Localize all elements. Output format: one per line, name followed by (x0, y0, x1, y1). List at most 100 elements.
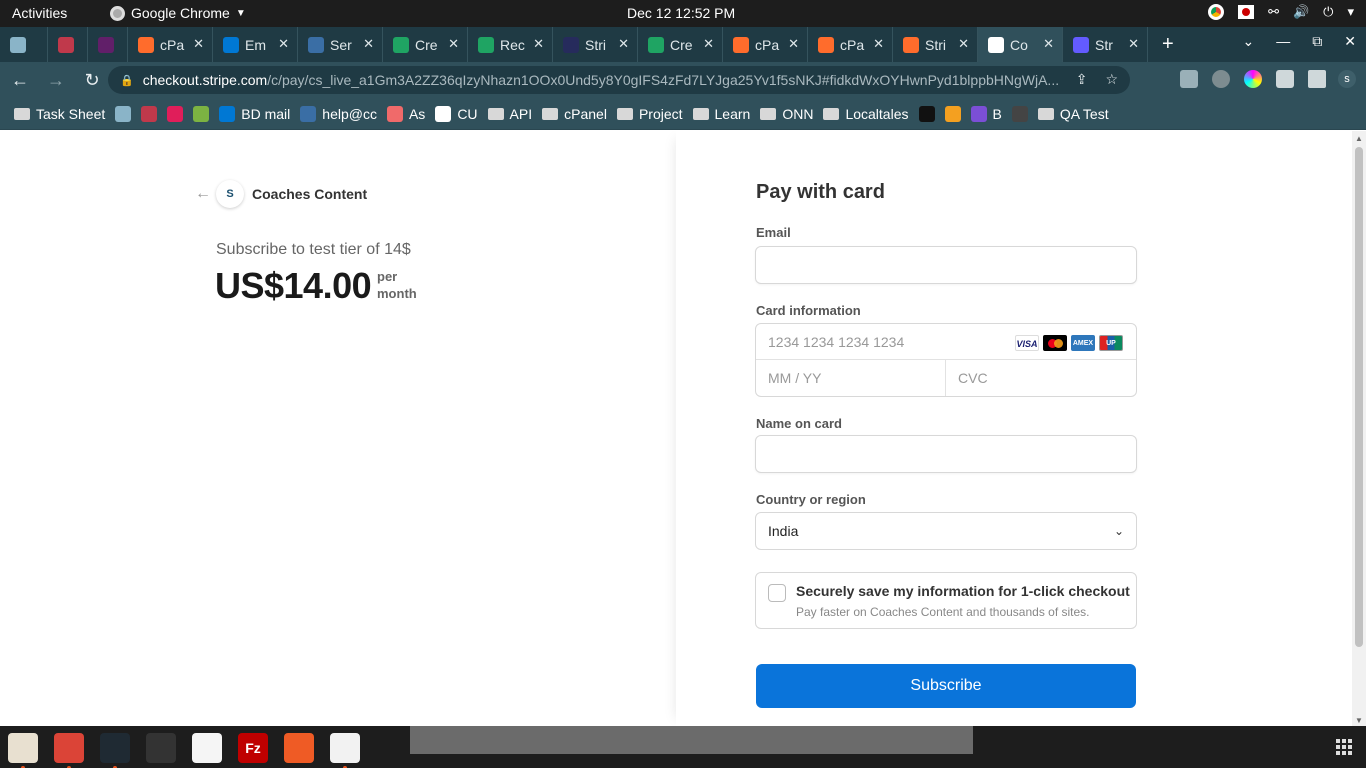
tab[interactable] (48, 27, 88, 62)
app-menu[interactable]: Google Chrome ▼ (110, 5, 246, 21)
activities-button[interactable]: Activities (12, 5, 67, 21)
scroll-thumb[interactable] (1355, 147, 1363, 647)
profile-avatar[interactable]: s (1338, 70, 1356, 88)
volume-icon[interactable]: 🔊 (1293, 4, 1309, 20)
bookmark-item[interactable]: B (970, 105, 1002, 122)
tab[interactable]: cPa ✕ (808, 27, 893, 62)
text-editor-icon[interactable] (192, 733, 222, 763)
tab[interactable]: Rec ✕ (468, 27, 553, 62)
bookmark-item[interactable]: As (386, 105, 425, 122)
close-window-icon[interactable]: ✕ (1344, 33, 1356, 50)
bookmark-item[interactable]: ONN (760, 106, 813, 122)
close-icon[interactable]: ✕ (363, 36, 374, 52)
country-select[interactable]: India ⌄ (755, 512, 1137, 550)
power-icon[interactable]: ⏻ (1323, 4, 1333, 20)
filezilla-icon[interactable]: Fz (238, 733, 268, 763)
minimize-icon[interactable]: — (1276, 33, 1290, 50)
merchant-name[interactable]: Coaches Content (252, 186, 367, 202)
bookmark-item[interactable]: Project (616, 106, 683, 122)
puzzle-icon[interactable] (1276, 70, 1294, 88)
close-icon[interactable]: ✕ (448, 36, 459, 52)
address-bar[interactable]: 🔒 checkout.stripe.com/c/pay/cs_live_a1Gm… (108, 66, 1130, 94)
back-arrow-icon[interactable]: ← (195, 185, 211, 203)
restore-icon[interactable]: ⧉ (1312, 33, 1322, 50)
merchant-logo: S (216, 180, 244, 208)
expiry-field[interactable]: MM / YY (756, 360, 946, 396)
close-icon[interactable]: ✕ (703, 36, 714, 52)
tab[interactable] (0, 27, 48, 62)
bookmark-item[interactable] (141, 105, 158, 122)
forward-icon[interactable]: → (40, 70, 72, 91)
name-on-card-field[interactable] (755, 435, 1137, 473)
network-icon[interactable]: ⚯ (1268, 4, 1279, 20)
bookmark-item[interactable] (944, 105, 961, 122)
close-icon[interactable]: ✕ (788, 36, 799, 52)
recorder-icon[interactable] (330, 733, 360, 768)
close-icon[interactable]: ✕ (618, 36, 629, 52)
tab-search-icon[interactable]: ⌄ (1243, 33, 1255, 50)
tab[interactable]: Ser ✕ (298, 27, 383, 62)
app-grid-icon[interactable] (1336, 739, 1352, 755)
bookmark-item[interactable] (918, 105, 935, 122)
side-panel-icon[interactable] (1308, 70, 1326, 88)
tab[interactable]: Stri ✕ (893, 27, 978, 62)
email-field[interactable] (755, 246, 1137, 284)
lock-icon[interactable]: 🔒 (120, 74, 134, 87)
close-icon[interactable]: ✕ (193, 36, 204, 52)
subscribe-button[interactable]: Subscribe (756, 664, 1136, 708)
tab[interactable]: Stri ✕ (553, 27, 638, 62)
tab[interactable]: Str ✕ (1063, 27, 1148, 62)
save-info-box[interactable]: Securely save my information for 1-click… (755, 572, 1137, 629)
stripe-icon (1073, 36, 1089, 53)
chevron-down-icon[interactable]: ▾ (1347, 4, 1354, 20)
close-icon[interactable]: ✕ (958, 36, 969, 52)
new-tab-icon[interactable]: + (1162, 33, 1174, 56)
close-icon[interactable]: ✕ (1043, 36, 1054, 52)
scroll-down-icon[interactable]: ▼ (1355, 716, 1363, 725)
share-icon[interactable]: ⇪ (1076, 71, 1088, 88)
close-icon[interactable]: ✕ (873, 36, 884, 52)
bookmark-item[interactable]: Learn (692, 106, 750, 122)
bookmark-item[interactable]: BD mail (219, 105, 290, 122)
reload-icon[interactable]: ↻ (76, 70, 108, 91)
back-icon[interactable]: ← (4, 70, 36, 91)
scroll-up-icon[interactable]: ▲ (1355, 134, 1363, 143)
color-extension-icon[interactable] (1244, 70, 1262, 88)
extension-grey-icon[interactable] (1212, 70, 1230, 88)
postman-icon[interactable] (284, 733, 314, 763)
bookmark-item[interactable]: QA Test (1037, 106, 1109, 122)
terminal-icon[interactable] (146, 733, 176, 763)
tab[interactable]: Cre ✕ (383, 27, 468, 62)
bookmark-item[interactable] (193, 105, 210, 122)
files-icon[interactable] (8, 733, 38, 768)
vscode-icon[interactable] (100, 733, 130, 768)
bookmark-item[interactable]: Localtales (823, 106, 909, 122)
star-icon[interactable]: ☆ (1105, 71, 1118, 88)
system-tray[interactable]: ⚯ 🔊 ⏻ ▾ (1208, 4, 1354, 20)
close-icon[interactable]: ✕ (1128, 36, 1139, 52)
close-icon[interactable]: ✕ (533, 36, 544, 52)
clock[interactable]: Dec 12 12:52 PM (627, 5, 735, 21)
bookmark-item[interactable]: CU (435, 105, 478, 122)
tab[interactable]: Em ✕ (213, 27, 298, 62)
bookmark-item[interactable]: API (487, 106, 532, 122)
close-icon[interactable]: ✕ (278, 36, 289, 52)
bookmark-item[interactable]: Task Sheet (14, 106, 105, 122)
recorder-tray-icon[interactable] (1238, 5, 1255, 19)
bookmark-item[interactable] (1011, 105, 1028, 122)
cvc-field[interactable]: CVC (946, 360, 1136, 396)
page-scrollbar[interactable]: ▲ ▼ (1352, 131, 1366, 726)
brave-shield-icon[interactable] (1180, 70, 1198, 88)
chrome-tray-icon[interactable] (1208, 4, 1225, 20)
tab[interactable]: cPa ✕ (723, 27, 808, 62)
tab[interactable]: cPa ✕ (128, 27, 213, 62)
chrome-icon[interactable] (54, 733, 84, 768)
bookmark-item[interactable] (115, 105, 132, 122)
tab[interactable]: Co ✕ (978, 27, 1063, 62)
tab[interactable]: Cre ✕ (638, 27, 723, 62)
bookmark-item[interactable]: cPanel (542, 106, 607, 122)
bookmark-item[interactable]: help@cc (300, 105, 377, 122)
tab[interactable] (88, 27, 128, 62)
save-info-checkbox[interactable] (768, 584, 786, 602)
bookmark-item[interactable] (167, 105, 184, 122)
